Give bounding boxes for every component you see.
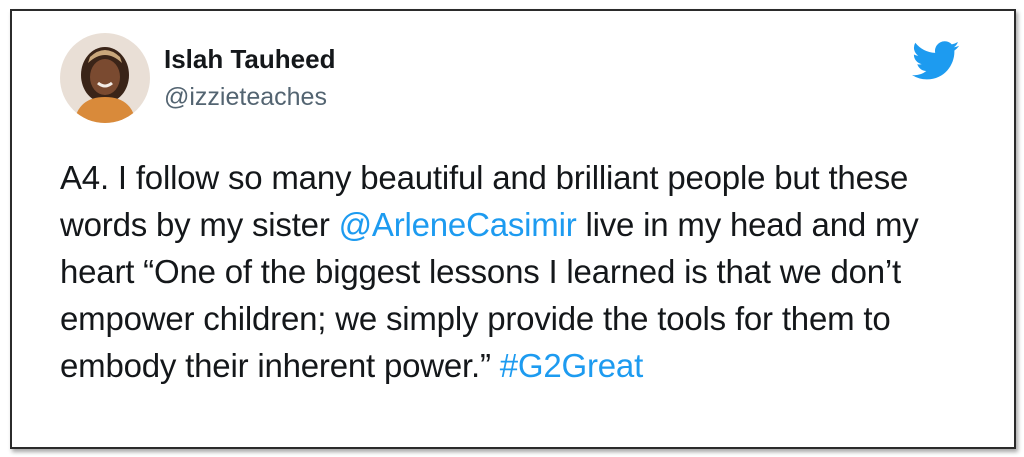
- author-names: Islah Tauheed @izzieteaches: [164, 43, 335, 115]
- mention-link[interactable]: @ArleneCasimir: [339, 206, 577, 243]
- tweet-card: Islah Tauheed @izzieteaches A4. I follow…: [10, 9, 1016, 449]
- hashtag-link[interactable]: #G2Great: [500, 347, 644, 384]
- tweet-body: A4. I follow so many beautiful and brill…: [60, 154, 980, 389]
- tweet-header: Islah Tauheed @izzieteaches: [60, 33, 974, 133]
- avatar-image: [60, 33, 150, 123]
- twitter-bird-icon[interactable]: [912, 41, 960, 81]
- avatar[interactable]: [60, 33, 150, 123]
- author-handle[interactable]: @izzieteaches: [164, 79, 335, 115]
- author-display-name[interactable]: Islah Tauheed: [164, 43, 335, 75]
